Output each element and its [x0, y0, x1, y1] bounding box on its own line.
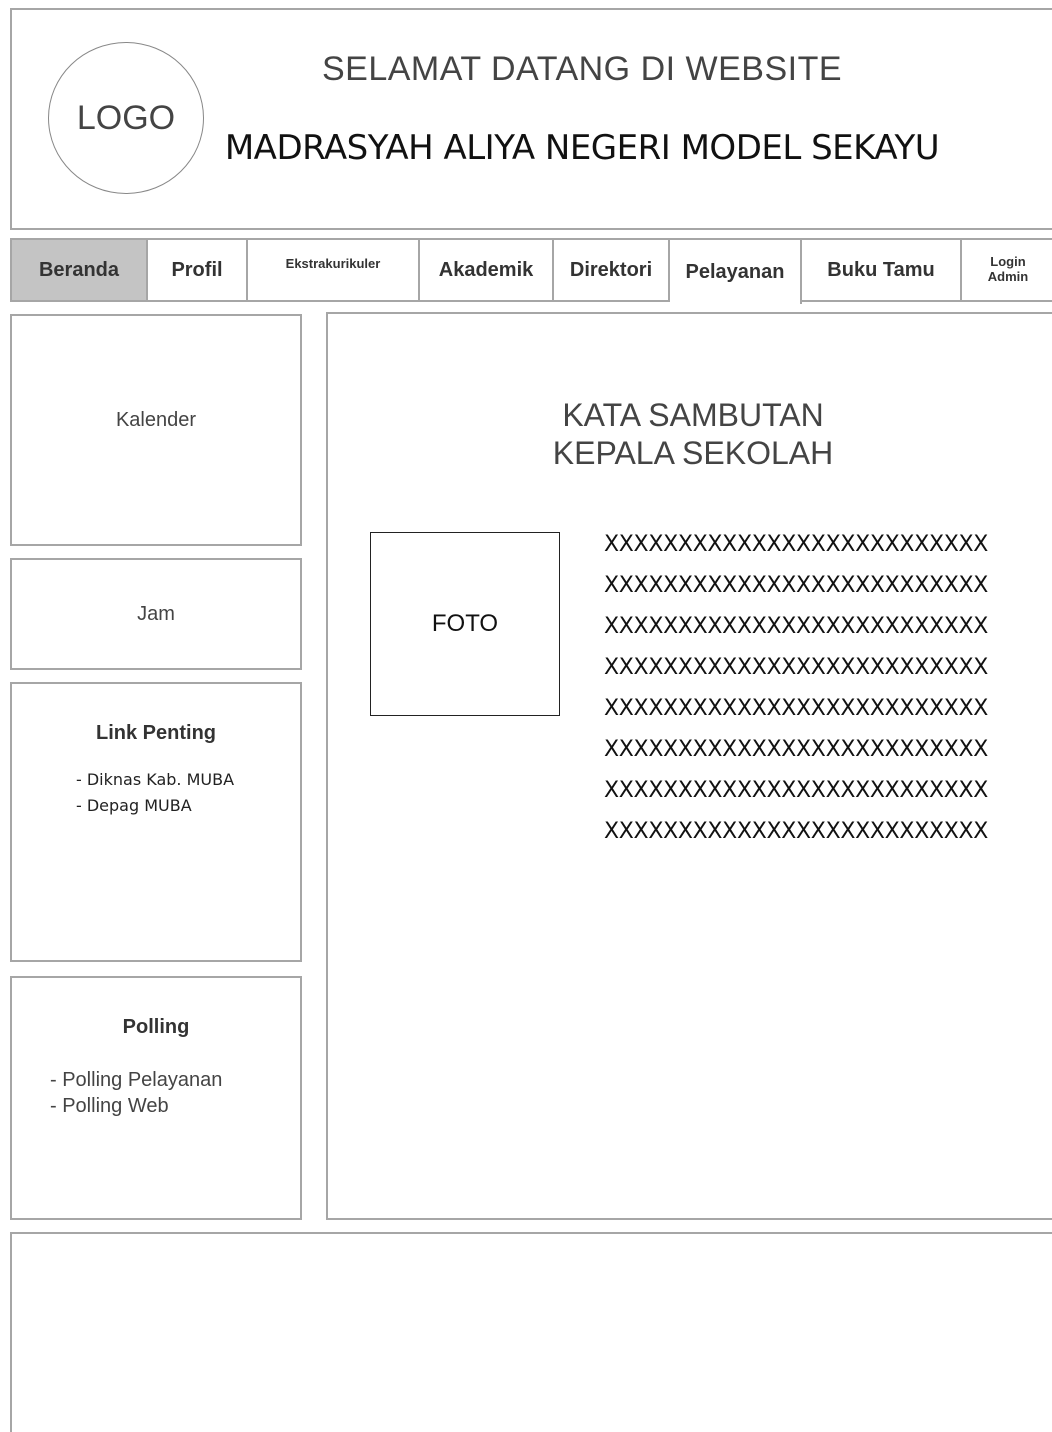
links-list: - Diknas Kab. MUBA - Depag MUBA	[76, 767, 234, 819]
nav-ekstrakurikuler[interactable]: Ekstrakurikuler	[248, 240, 420, 300]
nav-pelayanan[interactable]: Pelayanan	[670, 238, 802, 304]
calendar-widget: Kalender	[10, 314, 302, 546]
poll-pelayanan[interactable]: - Polling Pelayanan	[50, 1067, 222, 1093]
text-line: XXXXXXXXXXXXXXXXXXXXXXXXXX	[604, 614, 989, 639]
logo-text: LOGO	[76, 98, 176, 137]
text-line: XXXXXXXXXXXXXXXXXXXXXXXXXX	[604, 573, 989, 598]
polling-panel: Polling - Polling Pelayanan - Polling We…	[10, 976, 302, 1220]
title-line-1: KATA SAMBUTAN	[562, 397, 824, 433]
polling-title: Polling	[122, 1016, 190, 1038]
text-line: XXXXXXXXXXXXXXXXXXXXXXXXXX	[604, 819, 989, 844]
polling-list: - Polling Pelayanan - Polling Web	[50, 1067, 222, 1119]
nav-admin-label: Admin	[987, 269, 1029, 284]
nav-beranda[interactable]: Beranda	[10, 240, 148, 300]
nav-buku-tamu[interactable]: Buku Tamu	[802, 240, 962, 300]
nav-profil[interactable]: Profil	[148, 240, 248, 300]
calendar-label: Kalender	[115, 408, 197, 431]
welcome-heading: SELAMAT DATANG DI WEBSITE	[321, 50, 843, 88]
poll-web[interactable]: - Polling Web	[50, 1093, 222, 1119]
links-title: Link Penting	[96, 722, 216, 744]
nav-akademik[interactable]: Akademik	[420, 240, 554, 300]
nav-login-label: Login	[990, 254, 1026, 270]
speech-text: XXXXXXXXXXXXXXXXXXXXXXXXXX XXXXXXXXXXXXX…	[604, 524, 988, 852]
main-content: KATA SAMBUTAN KEPALA SEKOLAH FOTO XXXXXX…	[326, 312, 1052, 1220]
link-diknas[interactable]: - Diknas Kab. MUBA	[76, 767, 234, 793]
photo-label: FOTO	[431, 610, 499, 637]
text-line: XXXXXXXXXXXXXXXXXXXXXXXXXX	[604, 778, 989, 803]
school-name: MADRASYAH ALIYA NEGERI MODEL SEKAYU	[224, 128, 940, 168]
link-depag[interactable]: - Depag MUBA	[76, 793, 234, 819]
text-line: XXXXXXXXXXXXXXXXXXXXXXXXXX	[604, 655, 989, 680]
clock-widget: Jam	[10, 558, 302, 670]
nav-direktori[interactable]: Direktori	[554, 240, 670, 300]
headmaster-photo: FOTO	[370, 532, 560, 716]
nav-login-admin[interactable]: Login Admin	[962, 240, 1052, 300]
welcome-speech-title: KATA SAMBUTAN KEPALA SEKOLAH	[328, 396, 1052, 472]
text-line: XXXXXXXXXXXXXXXXXXXXXXXXXX	[604, 696, 989, 721]
page-header: LOGO SELAMAT DATANG DI WEBSITE MADRASYAH…	[10, 8, 1052, 230]
page-footer	[10, 1232, 1052, 1432]
important-links-panel: Link Penting - Diknas Kab. MUBA - Depag …	[10, 682, 302, 962]
clock-label: Jam	[137, 602, 175, 625]
text-line: XXXXXXXXXXXXXXXXXXXXXXXXXX	[604, 532, 989, 557]
text-line: XXXXXXXXXXXXXXXXXXXXXXXXXX	[604, 737, 989, 762]
title-line-2: KEPALA SEKOLAH	[552, 435, 834, 471]
main-nav: Beranda Profil Ekstrakurikuler Akademik …	[10, 238, 1052, 304]
